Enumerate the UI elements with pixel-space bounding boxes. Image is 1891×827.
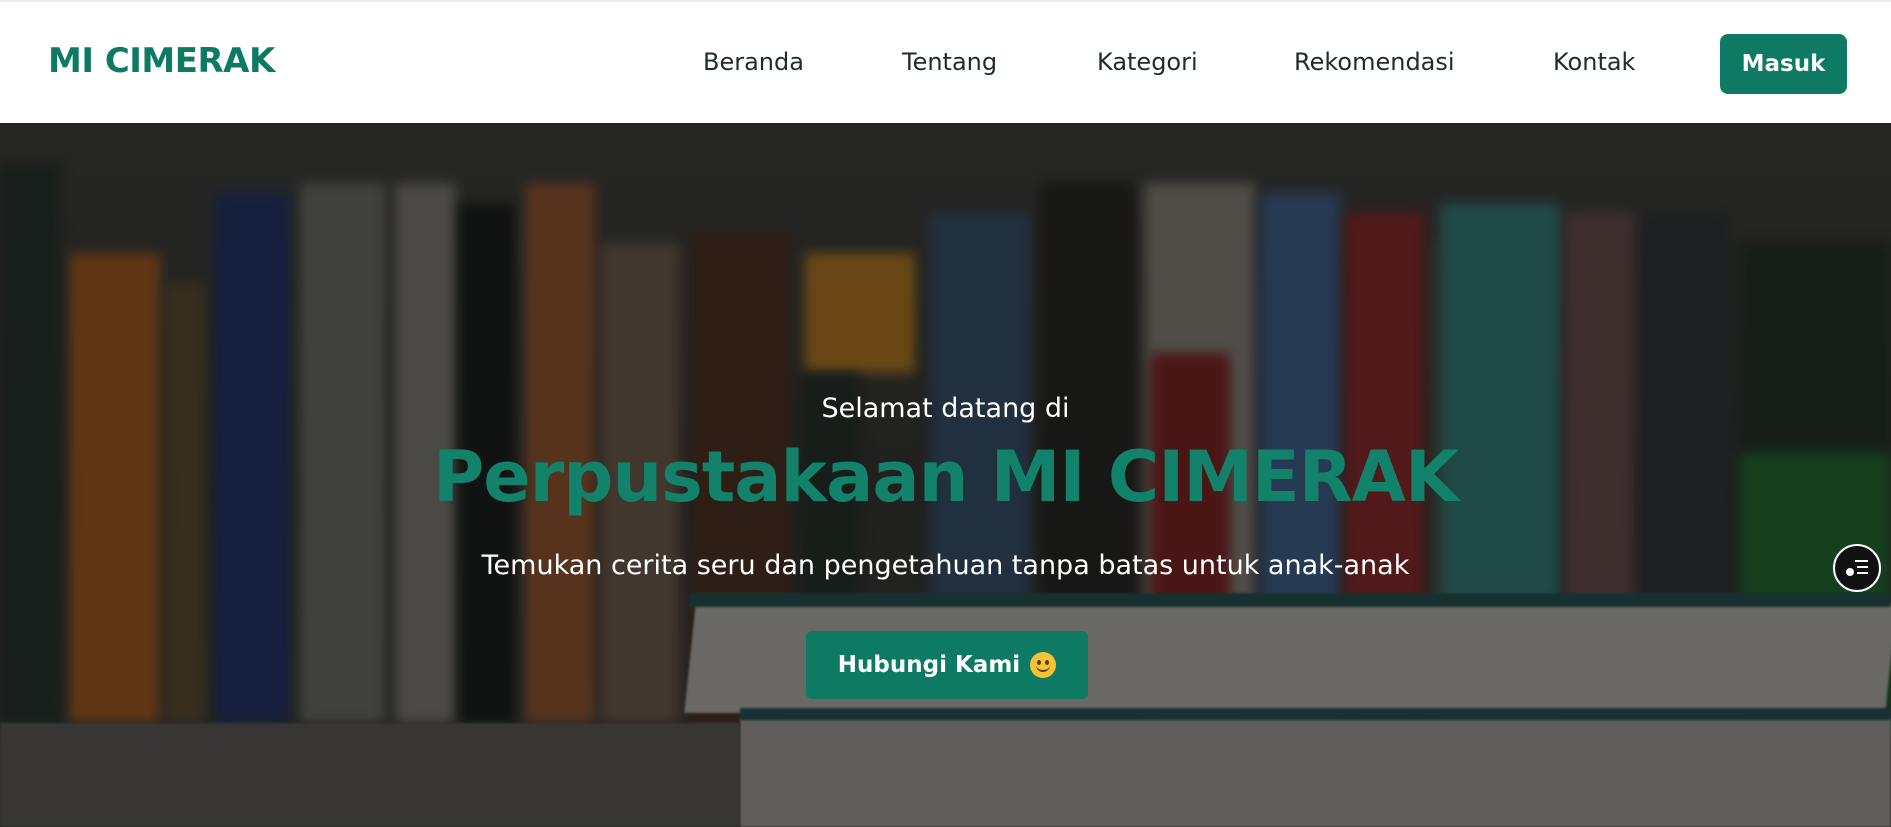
contact-button-label: Hubungi Kami: [837, 652, 1021, 678]
login-button[interactable]: Masuk: [1720, 34, 1847, 94]
hero-subtitle: Temukan cerita seru dan pengetahuan tanp…: [481, 550, 1410, 581]
hero-content: Selamat datang di Perpustakaan MI CIMERA…: [0, 123, 1891, 827]
smile-emoji-icon: [1030, 652, 1057, 678]
nav-item-kategori[interactable]: Kategori: [1097, 48, 1198, 76]
hero-greeting: Selamat datang di: [821, 393, 1070, 424]
list-icon: [1846, 560, 1868, 576]
toc-menu-icon[interactable]: [1833, 544, 1881, 592]
contact-button[interactable]: Hubungi Kami: [806, 631, 1088, 699]
hero-title: Perpustakaan MI CIMERAK: [432, 436, 1459, 518]
nav-item-kontak[interactable]: Kontak: [1553, 48, 1635, 76]
navbar: MI CIMERAK Beranda Tentang Kategori Reko…: [0, 2, 1891, 123]
nav-links: Beranda Tentang Kategori Rekomendasi Kon…: [0, 2, 1891, 123]
hero-section: Selamat datang di Perpustakaan MI CIMERA…: [0, 123, 1891, 827]
nav-item-rekomendasi[interactable]: Rekomendasi: [1294, 48, 1455, 76]
nav-item-beranda[interactable]: Beranda: [703, 48, 804, 76]
nav-item-tentang[interactable]: Tentang: [902, 48, 997, 76]
